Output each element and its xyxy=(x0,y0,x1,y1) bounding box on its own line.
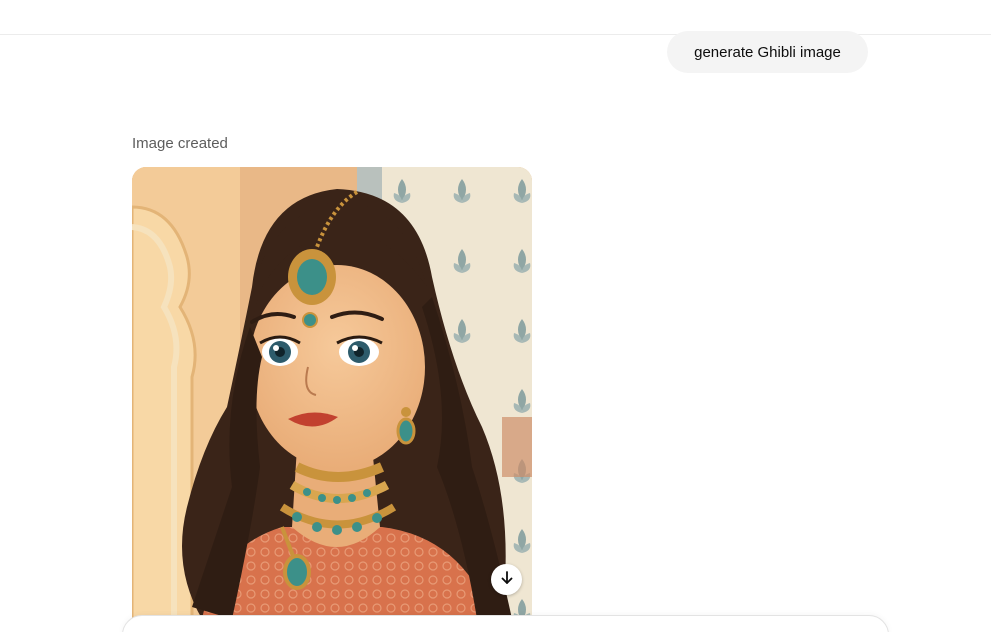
download-image-button[interactable] xyxy=(491,564,522,595)
chat-page: generate Ghibli image Image created xyxy=(0,0,991,632)
download-arrow-icon xyxy=(499,570,515,589)
top-bar xyxy=(0,0,991,35)
image-status-label: Image created xyxy=(132,135,228,152)
user-message-text: generate Ghibli image xyxy=(694,43,841,61)
user-message-bubble: generate Ghibli image xyxy=(667,31,868,73)
message-composer[interactable] xyxy=(122,615,889,632)
generated-image[interactable] xyxy=(132,167,532,619)
generated-image-illustration xyxy=(132,167,532,619)
